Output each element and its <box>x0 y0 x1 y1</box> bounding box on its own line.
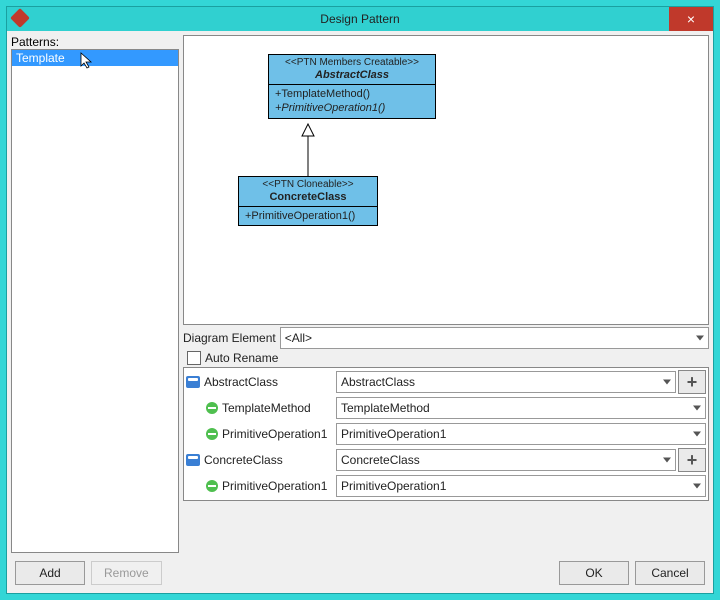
table-row: PrimitiveOperation1 PrimitiveOperation1 <box>186 422 706 446</box>
uml-stereotype: <<PTN Cloneable>> <box>245 179 371 191</box>
diagram-element-row: Diagram Element <All> <box>183 327 709 349</box>
table-row: PrimitiveOperation1 PrimitiveOperation1 <box>186 474 706 498</box>
member-name-cell: AbstractClass <box>186 375 334 389</box>
close-button[interactable]: × <box>669 7 713 31</box>
members-grid: AbstractClass AbstractClass + TemplateMe… <box>183 367 709 501</box>
member-name-cell: TemplateMethod <box>186 401 334 415</box>
table-row: TemplateMethod TemplateMethod <box>186 396 706 420</box>
titlebar[interactable]: Design Pattern × <box>7 7 713 31</box>
cancel-button[interactable]: Cancel <box>635 561 705 585</box>
member-name-cell: ConcreteClass <box>186 453 334 467</box>
uml-class-concrete[interactable]: <<PTN Cloneable>> ConcreteClass +Primiti… <box>238 176 378 226</box>
table-row: AbstractClass AbstractClass + <box>186 370 706 394</box>
class-icon <box>186 376 200 388</box>
member-value-combo[interactable]: AbstractClass <box>336 371 676 393</box>
member-name-cell: PrimitiveOperation1 <box>186 479 334 493</box>
member-value: PrimitiveOperation1 <box>341 479 446 493</box>
pattern-item-template[interactable]: Template <box>12 50 178 66</box>
app-icon <box>10 8 30 28</box>
member-value: AbstractClass <box>341 375 415 389</box>
dialog-footer: Add Remove OK Cancel <box>7 553 713 593</box>
cancel-button-label: Cancel <box>651 566 688 580</box>
chevron-down-icon <box>693 406 701 411</box>
uml-class-abstract[interactable]: <<PTN Members Creatable>> AbstractClass … <box>268 54 436 119</box>
uml-class-title: <<PTN Cloneable>> ConcreteClass <box>239 177 377 207</box>
member-name: ConcreteClass <box>204 453 283 467</box>
operation-icon <box>206 480 218 492</box>
member-value: TemplateMethod <box>341 401 430 415</box>
add-member-button[interactable]: + <box>678 448 706 472</box>
ok-button[interactable]: OK <box>559 561 629 585</box>
member-name: AbstractClass <box>204 375 278 389</box>
operation-icon <box>206 428 218 440</box>
diagram-element-combo[interactable]: <All> <box>280 327 709 349</box>
member-value-combo[interactable]: TemplateMethod <box>336 397 706 419</box>
dialog-body: Patterns: Template <<PTN Members Creatab… <box>7 31 713 553</box>
remove-button[interactable]: Remove <box>91 561 162 585</box>
member-value-combo[interactable]: PrimitiveOperation1 <box>336 423 706 445</box>
cursor-icon <box>80 52 96 70</box>
member-value-combo[interactable]: ConcreteClass <box>336 449 676 471</box>
chevron-down-icon <box>696 336 704 341</box>
diagram-element-value: <All> <box>285 331 312 345</box>
member-name-cell: PrimitiveOperation1 <box>186 427 334 441</box>
uml-classname: ConcreteClass <box>245 191 371 204</box>
ok-button-label: OK <box>585 566 602 580</box>
uml-operation: +PrimitiveOperation1() <box>275 101 429 115</box>
member-value-combo[interactable]: PrimitiveOperation1 <box>336 475 706 497</box>
member-name: PrimitiveOperation1 <box>222 479 327 493</box>
diagram-element-label: Diagram Element <box>183 331 276 345</box>
uml-operation: +TemplateMethod() <box>275 87 429 101</box>
uml-classname: AbstractClass <box>275 69 429 82</box>
uml-stereotype: <<PTN Members Creatable>> <box>275 57 429 69</box>
add-member-button[interactable]: + <box>678 370 706 394</box>
chevron-down-icon <box>663 458 671 463</box>
class-icon <box>186 454 200 466</box>
member-name: PrimitiveOperation1 <box>222 427 327 441</box>
dialog-window: Design Pattern × Patterns: Template <box>6 6 714 594</box>
chevron-down-icon <box>663 380 671 385</box>
operation-icon <box>206 402 218 414</box>
patterns-label: Patterns: <box>11 35 179 49</box>
chevron-down-icon <box>693 484 701 489</box>
auto-rename-checkbox[interactable]: Auto Rename <box>187 351 709 365</box>
patterns-pane: Patterns: Template <box>11 35 179 553</box>
uml-operations: +PrimitiveOperation1() <box>239 207 377 225</box>
right-pane: <<PTN Members Creatable>> AbstractClass … <box>183 35 709 553</box>
checkbox-icon <box>187 351 201 365</box>
uml-class-title: <<PTN Members Creatable>> AbstractClass <box>269 55 435 85</box>
pattern-item-label: Template <box>16 51 65 65</box>
uml-operation: +PrimitiveOperation1() <box>245 209 371 223</box>
remove-button-label: Remove <box>104 566 149 580</box>
member-name: TemplateMethod <box>222 401 311 415</box>
member-value: ConcreteClass <box>341 453 420 467</box>
close-icon: × <box>687 11 695 27</box>
add-button[interactable]: Add <box>15 561 85 585</box>
table-row: ConcreteClass ConcreteClass + <box>186 448 706 472</box>
diagram-canvas[interactable]: <<PTN Members Creatable>> AbstractClass … <box>183 35 709 325</box>
chevron-down-icon <box>693 432 701 437</box>
window-title: Design Pattern <box>320 12 399 26</box>
member-value: PrimitiveOperation1 <box>341 427 446 441</box>
patterns-list[interactable]: Template <box>11 49 179 553</box>
uml-operations: +TemplateMethod() +PrimitiveOperation1() <box>269 85 435 118</box>
add-button-label: Add <box>39 566 60 580</box>
auto-rename-label: Auto Rename <box>205 351 278 365</box>
